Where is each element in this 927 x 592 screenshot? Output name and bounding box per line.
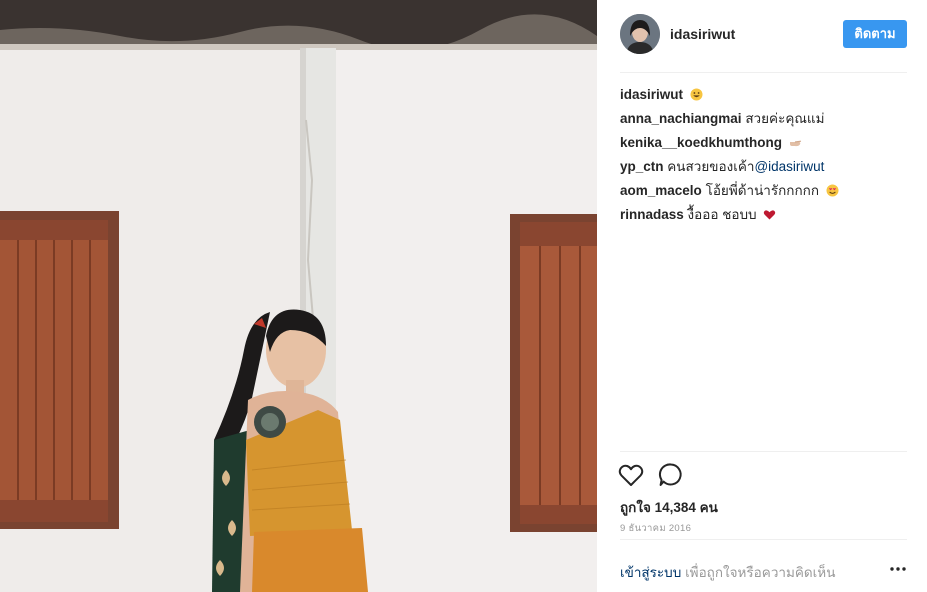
comment-text: คนสวยของเค้า [667, 159, 755, 174]
comment-item: rinnadass งื้อออ ชอบบ [620, 206, 910, 230]
comment-username[interactable]: anna_nachiangmai [620, 111, 742, 126]
login-link[interactable]: เข้าสู่ระบบ [620, 565, 681, 580]
comment-item: anna_nachiangmai สวยค่ะคุณแม่ [620, 110, 910, 134]
heart-eyes-face-icon [826, 184, 839, 201]
post-side-panel: idasiriwut ติดตาม idasiriwut anna_nachia… [597, 0, 927, 592]
actions-divider [620, 451, 907, 452]
comment-text: สวยค่ะคุณแม่ [745, 111, 825, 126]
comment-username[interactable]: kenika__koedkhumthong [620, 135, 782, 150]
like-count[interactable]: ถูกใจ 14,384 คน [620, 496, 718, 518]
login-prompt: เข้าสู่ระบบ เพื่อถูกใจหรือความคิดเห็น [620, 561, 835, 583]
post-author-username[interactable]: idasiriwut [670, 26, 735, 42]
more-options-icon[interactable] [889, 562, 907, 576]
comment-username[interactable]: rinnadass [620, 207, 684, 222]
comment-username[interactable]: aom_macelo [620, 183, 702, 198]
pointing-hand-icon [789, 136, 802, 153]
avatar-icon[interactable] [620, 14, 660, 54]
comment-item: yp_ctn คนสวยของเค้า@idasiriwut [620, 158, 910, 182]
comment-text: โอ้ยพี่ด้าน่ารักกกกก [705, 183, 820, 198]
post-photo[interactable] [0, 0, 597, 592]
comment-mention-link[interactable]: @idasiriwut [754, 159, 824, 174]
comment-username[interactable]: yp_ctn [620, 159, 664, 174]
red-heart-icon [763, 208, 776, 225]
comment-item: aom_macelo โอ้ยพี่ด้าน่ารักกกกก [620, 182, 910, 206]
comment-bubble-icon[interactable] [657, 461, 685, 489]
heart-outline-icon[interactable] [617, 461, 645, 489]
login-prompt-text: เพื่อถูกใจหรือความคิดเห็น [681, 565, 836, 580]
header-divider [620, 72, 907, 73]
post-date: 9 ธันวาคม 2016 [620, 523, 692, 534]
post-header: idasiriwut ติดตาม [597, 0, 927, 73]
comment-username[interactable]: idasiriwut [620, 87, 683, 102]
comment-list: idasiriwut anna_nachiangmai สวยค่ะคุณแม่… [620, 86, 910, 230]
grinning-face-icon [690, 88, 703, 105]
footer-divider [620, 539, 907, 540]
comment-item: kenika__koedkhumthong [620, 134, 910, 158]
follow-button[interactable]: ติดตาม [843, 20, 907, 48]
comment-item: idasiriwut [620, 86, 910, 110]
comment-text: งื้อออ ชอบบ [687, 207, 757, 222]
